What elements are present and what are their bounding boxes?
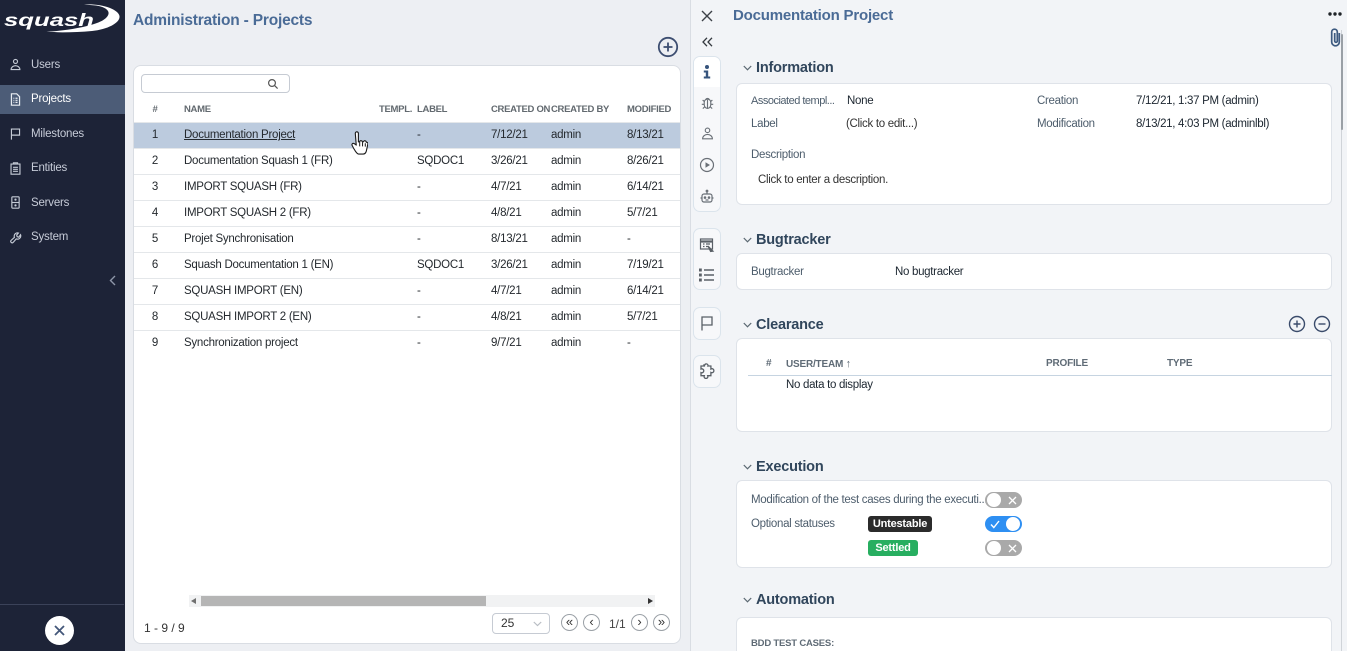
svg-text:squash: squash bbox=[4, 10, 94, 30]
